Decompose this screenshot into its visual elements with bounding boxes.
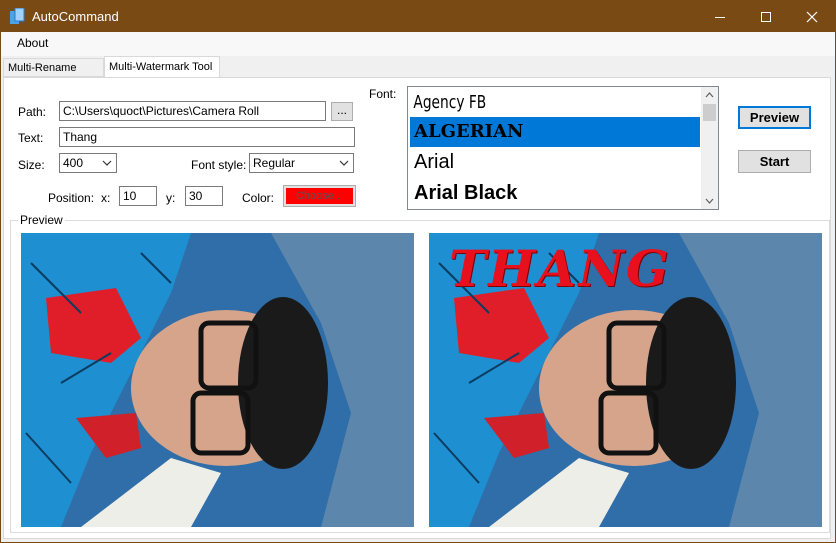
font-label: Font:: [369, 87, 397, 101]
font-item-arial-black[interactable]: Arial Black: [410, 177, 700, 209]
watermarked-photo: THANG: [429, 233, 822, 527]
maximize-button[interactable]: [743, 1, 789, 32]
color-label: Color:: [242, 191, 275, 205]
chevron-down-icon: [339, 160, 349, 166]
tab-multi-watermark[interactable]: Multi-Watermark Tool: [104, 56, 220, 78]
font-style-value: Regular: [253, 156, 296, 170]
font-listbox[interactable]: Agency FB ALGERIAN Arial Arial Black: [407, 86, 719, 210]
close-button[interactable]: [789, 1, 835, 32]
font-item-agency-fb[interactable]: Agency FB: [410, 89, 657, 117]
tab-multi-rename[interactable]: Multi-Rename Tool: [3, 58, 104, 93]
minimize-button[interactable]: [697, 1, 743, 32]
maximize-icon: [761, 11, 771, 22]
path-field[interactable]: C:\Users\quoct\Pictures\Camera Roll: [59, 101, 326, 121]
size-value: 400: [63, 156, 84, 170]
scroll-down-icon[interactable]: [701, 192, 718, 209]
font-item-algerian[interactable]: ALGERIAN: [410, 117, 700, 147]
text-label: Text:: [18, 131, 44, 145]
app-window: AutoCommand About Multi-Rename Tool Mult…: [0, 0, 836, 543]
close-icon: [806, 11, 818, 22]
x-label: x:: [101, 191, 111, 205]
menu-bar: About: [1, 32, 835, 56]
start-button[interactable]: Start: [738, 150, 811, 173]
font-list-scrollbar[interactable]: [701, 87, 718, 209]
scroll-thumb[interactable]: [703, 104, 716, 121]
size-label: Size:: [18, 158, 45, 172]
font-style-select[interactable]: Regular: [249, 153, 354, 173]
browse-button[interactable]: ...: [331, 102, 353, 121]
menu-about[interactable]: About: [9, 36, 56, 50]
color-swatch: Choose...: [286, 188, 353, 204]
color-choose-button[interactable]: Choose...: [283, 185, 356, 207]
y-field[interactable]: 30: [185, 186, 223, 206]
font-item-arial[interactable]: Arial: [410, 147, 700, 177]
font-style-label: Font style:: [191, 158, 247, 172]
window-title: AutoCommand: [32, 9, 119, 24]
size-select[interactable]: 400: [59, 153, 117, 173]
watermark-text: THANG: [449, 239, 671, 298]
title-bar[interactable]: AutoCommand: [1, 1, 835, 32]
preview-group: Preview THANG: [10, 213, 830, 533]
tab-strip: Multi-Rename Tool Multi-Watermark Tool: [1, 56, 835, 93]
multi-watermark-page: Path: C:\Users\quoct\Pictures\Camera Rol…: [3, 77, 831, 539]
app-icon: [10, 7, 25, 25]
preview-button[interactable]: Preview: [738, 106, 811, 129]
path-label: Path:: [18, 105, 47, 119]
minimize-icon: [715, 16, 725, 18]
y-label: y:: [166, 191, 176, 205]
preview-group-title: Preview: [18, 213, 65, 227]
x-field[interactable]: 10: [119, 186, 157, 206]
text-field[interactable]: Thang: [59, 127, 355, 147]
chevron-down-icon: [102, 160, 112, 166]
original-photo: [21, 233, 414, 527]
position-label: Position:: [48, 191, 95, 205]
scroll-up-icon[interactable]: [701, 87, 718, 104]
